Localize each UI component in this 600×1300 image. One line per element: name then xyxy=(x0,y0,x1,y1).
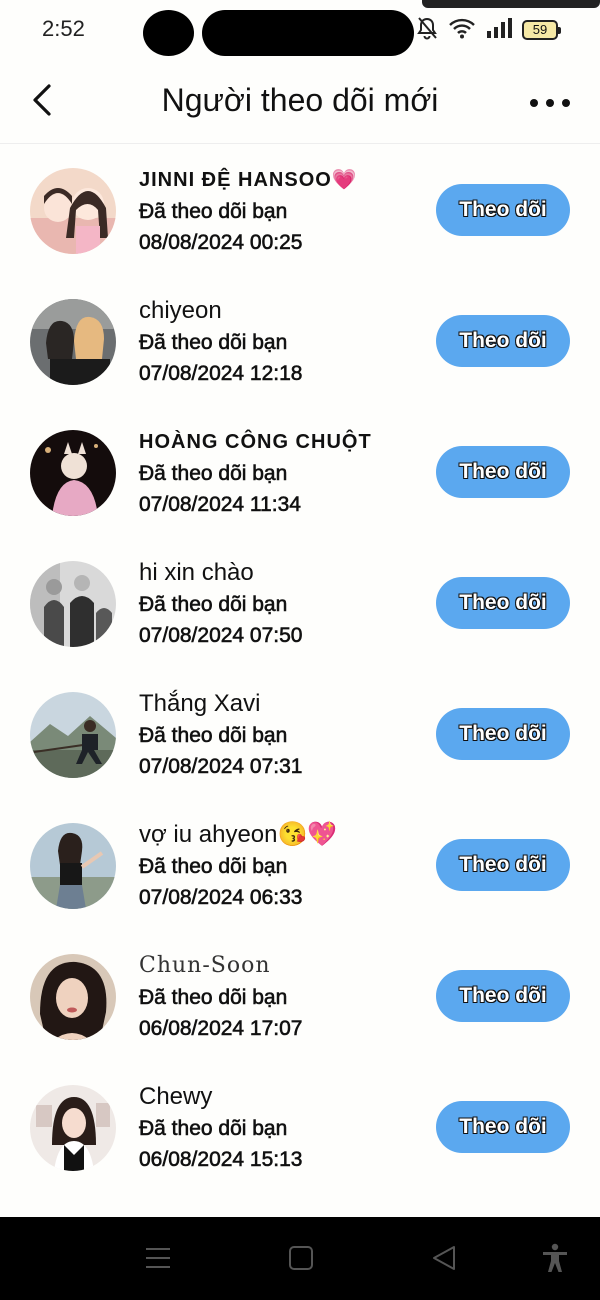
list-item[interactable]: hi xin chào Đã theo dõi bạn 07/08/2024 0… xyxy=(0,543,600,674)
page-title: Người theo dõi mới xyxy=(161,82,439,118)
accessibility-icon xyxy=(543,1243,567,1272)
avatar[interactable] xyxy=(30,692,116,778)
follow-status: Đã theo dõi bạn xyxy=(139,724,288,748)
battery-icon: 59 xyxy=(522,20,561,40)
follower-name: hi xin chào xyxy=(139,559,254,586)
accessibility-button[interactable] xyxy=(540,1243,570,1273)
follower-name: Chewy xyxy=(139,1083,213,1110)
follower-name: JINNI ĐỆ HANSOO💗 xyxy=(139,169,358,191)
follow-status: Đã theo dõi bạn xyxy=(139,331,288,355)
silent-bell-icon xyxy=(416,16,438,44)
camera-cutout xyxy=(143,10,194,56)
follow-status: Đã theo dõi bạn xyxy=(139,855,288,879)
menu-icon xyxy=(146,1248,170,1268)
avatar[interactable] xyxy=(30,561,116,647)
follow-button[interactable]: Theo dõi xyxy=(436,839,570,891)
follow-button[interactable]: Theo dõi xyxy=(436,577,570,629)
list-item[interactable]: Thắng Xavi Đã theo dõi bạn 07/08/2024 07… xyxy=(0,674,600,805)
follow-status: Đã theo dõi bạn xyxy=(139,462,288,486)
status-bar: 2:52 59 xyxy=(0,0,600,62)
follow-button[interactable]: Theo dõi xyxy=(436,315,570,367)
follow-date: 07/08/2024 07:50 xyxy=(139,624,303,648)
follower-name: Thắng Xavi xyxy=(139,690,261,717)
more-options-button[interactable] xyxy=(530,90,570,116)
follower-name: chiyeon xyxy=(139,297,222,324)
list-item[interactable]: Chewy Đã theo dõi bạn 06/08/2024 15:13 T… xyxy=(0,1067,600,1198)
avatar[interactable] xyxy=(30,430,116,516)
follow-status: Đã theo dõi bạn xyxy=(139,1117,288,1141)
list-item[interactable]: chiyeon Đã theo dõi bạn 07/08/2024 12:18… xyxy=(0,281,600,412)
home-button[interactable] xyxy=(286,1243,316,1273)
avatar[interactable] xyxy=(30,823,116,909)
follower-name: vợ iu ahyeon😘💖 xyxy=(139,821,338,848)
follower-name: HOÀNG CÔNG CHUỘT xyxy=(139,431,372,453)
follow-button[interactable]: Theo dõi xyxy=(436,446,570,498)
follow-date: 07/08/2024 07:31 xyxy=(139,755,303,779)
follow-status: Đã theo dõi bạn xyxy=(139,986,288,1010)
avatar[interactable] xyxy=(30,168,116,254)
list-item[interactable]: HOÀNG CÔNG CHUỘT Đã theo dõi bạn 07/08/2… xyxy=(0,412,600,543)
system-nav-bar xyxy=(0,1217,600,1300)
top-strip xyxy=(422,0,600,8)
follow-date: 07/08/2024 12:18 xyxy=(139,362,303,386)
follow-status: Đã theo dõi bạn xyxy=(139,593,288,617)
list-item[interactable]: Chun-Soon Đã theo dõi bạn 06/08/2024 17:… xyxy=(0,936,600,1067)
system-back-button[interactable] xyxy=(429,1243,459,1273)
back-triangle-icon xyxy=(433,1246,455,1270)
follow-date: 07/08/2024 06:33 xyxy=(139,886,303,910)
wifi-icon xyxy=(448,17,476,43)
follow-button[interactable]: Theo dõi xyxy=(436,1101,570,1153)
follow-button[interactable]: Theo dõi xyxy=(436,970,570,1022)
avatar[interactable] xyxy=(30,299,116,385)
status-icons: 59 xyxy=(416,16,561,44)
avatar[interactable] xyxy=(30,954,116,1040)
signal-icon xyxy=(486,17,512,43)
follow-date: 08/08/2024 00:25 xyxy=(139,231,303,255)
list-item[interactable]: vợ iu ahyeon😘💖 Đã theo dõi bạn 07/08/202… xyxy=(0,805,600,936)
follow-button[interactable]: Theo dõi xyxy=(436,184,570,236)
more-dots-icon xyxy=(530,99,538,107)
recent-apps-button[interactable] xyxy=(143,1243,173,1273)
app-header: Người theo dõi mới xyxy=(0,62,600,144)
follower-name: Chun-Soon xyxy=(139,953,271,978)
follow-date: 07/08/2024 11:34 xyxy=(139,493,302,517)
list-item[interactable]: JINNI ĐỆ HANSOO💗 Đã theo dõi bạn 08/08/2… xyxy=(0,150,600,281)
home-square-icon xyxy=(289,1246,313,1270)
camera-pill xyxy=(202,10,414,56)
follow-status: Đã theo dõi bạn xyxy=(139,200,288,224)
follow-date: 06/08/2024 17:07 xyxy=(139,1017,303,1041)
status-time: 2:52 xyxy=(42,16,85,41)
follow-button[interactable]: Theo dõi xyxy=(436,708,570,760)
avatar[interactable] xyxy=(30,1085,116,1171)
follow-date: 06/08/2024 15:13 xyxy=(139,1148,303,1172)
